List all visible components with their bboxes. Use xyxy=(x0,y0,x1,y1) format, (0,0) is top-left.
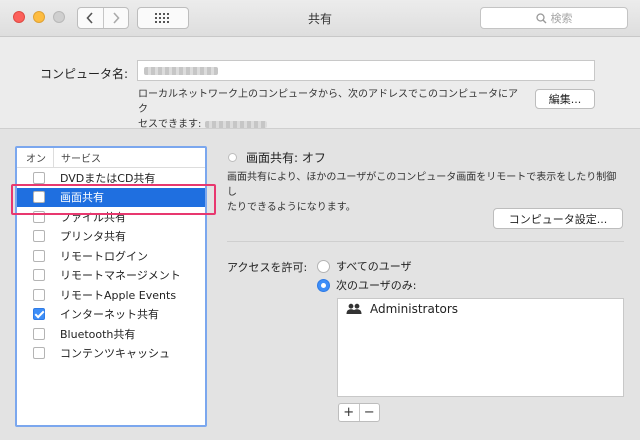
service-row[interactable]: Bluetooth共有 xyxy=(17,324,205,344)
service-checkbox[interactable] xyxy=(33,327,45,340)
allowed-users-list[interactable]: Administrators xyxy=(337,298,624,397)
local-address-line-1: ローカルネットワーク上のコンピュータから、次のアドレスでこのコンピュータにアク xyxy=(138,89,518,115)
service-row[interactable]: リモートApple Events xyxy=(17,285,205,305)
search-placeholder: 検索 xyxy=(550,12,573,25)
service-checkbox[interactable] xyxy=(33,249,45,262)
radio-all-users-icon xyxy=(317,259,330,273)
column-service-header[interactable]: サービス xyxy=(54,150,101,165)
computer-name-section: コンピュータ名: ローカルネットワーク上のコンピュータから、次のアドレスでこのコ… xyxy=(0,37,640,132)
service-label: インターネット共有 xyxy=(60,308,159,322)
service-list-header: オン サービス xyxy=(17,148,205,168)
radio-only-users-icon xyxy=(317,278,330,292)
description-line-1: 画面共有により、ほかのユーザがこのコンピュータ画面をリモートで表示をしたり制御し xyxy=(227,172,617,198)
user-label: Administrators xyxy=(370,302,459,316)
status-indicator-icon xyxy=(228,153,237,162)
service-label: リモートマネージメント xyxy=(60,269,181,283)
computer-name-field[interactable] xyxy=(137,60,595,81)
service-row[interactable]: リモートマネージメント xyxy=(17,266,205,286)
radio-only-users-label: 次のユーザのみ: xyxy=(336,279,417,292)
user-row-administrators[interactable]: Administrators xyxy=(338,299,623,319)
service-row[interactable]: リモートログイン xyxy=(17,246,205,266)
add-user-button[interactable]: + xyxy=(339,404,359,421)
service-checkbox[interactable] xyxy=(33,171,45,184)
service-row[interactable]: インターネット共有 xyxy=(17,305,205,325)
search-icon xyxy=(535,12,546,23)
local-address-text: ローカルネットワーク上のコンピュータから、次のアドレスでこのコンピュータにアク … xyxy=(138,87,523,132)
service-checkbox[interactable] xyxy=(33,269,45,282)
service-checkbox[interactable] xyxy=(33,288,45,301)
computer-settings-button[interactable]: コンピュータ設定... xyxy=(493,208,623,229)
status-text: 画面共有: オフ xyxy=(246,151,326,165)
screen-sharing-status: 画面共有: オフ xyxy=(228,149,326,166)
divider xyxy=(227,241,624,242)
service-label: リモートApple Events xyxy=(60,288,177,302)
service-label: リモートログイン xyxy=(60,249,148,263)
service-checkbox[interactable] xyxy=(33,308,45,321)
service-label: プリンタ共有 xyxy=(60,230,126,244)
remove-user-button[interactable]: − xyxy=(358,404,380,421)
group-icon xyxy=(346,303,362,315)
computer-name-label: コンピュータ名: xyxy=(40,67,129,81)
service-row[interactable]: コンテンツキャッシュ xyxy=(17,344,205,364)
access-label: アクセスを許可: xyxy=(227,261,308,274)
column-on-header[interactable]: オン xyxy=(17,148,54,167)
add-remove-buttons: + − xyxy=(338,403,380,422)
radio-only-users[interactable]: 次のユーザのみ: xyxy=(317,277,417,293)
service-checkbox[interactable] xyxy=(33,230,45,243)
service-label: コンテンツキャッシュ xyxy=(60,347,170,361)
service-checkbox[interactable] xyxy=(33,347,45,360)
edit-button[interactable]: 編集... xyxy=(535,89,595,109)
search-field[interactable]: 検索 xyxy=(480,7,628,29)
service-label: Bluetooth共有 xyxy=(60,327,136,341)
radio-all-users[interactable]: すべてのユーザ xyxy=(317,258,412,274)
title-bar: 共有 検索 xyxy=(0,0,640,37)
redacted-local-address xyxy=(204,120,267,128)
service-row[interactable]: プリンタ共有 xyxy=(17,227,205,247)
radio-all-users-label: すべてのユーザ xyxy=(336,260,412,273)
annotation-highlight-box xyxy=(11,184,216,215)
redacted-computer-name xyxy=(144,67,218,75)
